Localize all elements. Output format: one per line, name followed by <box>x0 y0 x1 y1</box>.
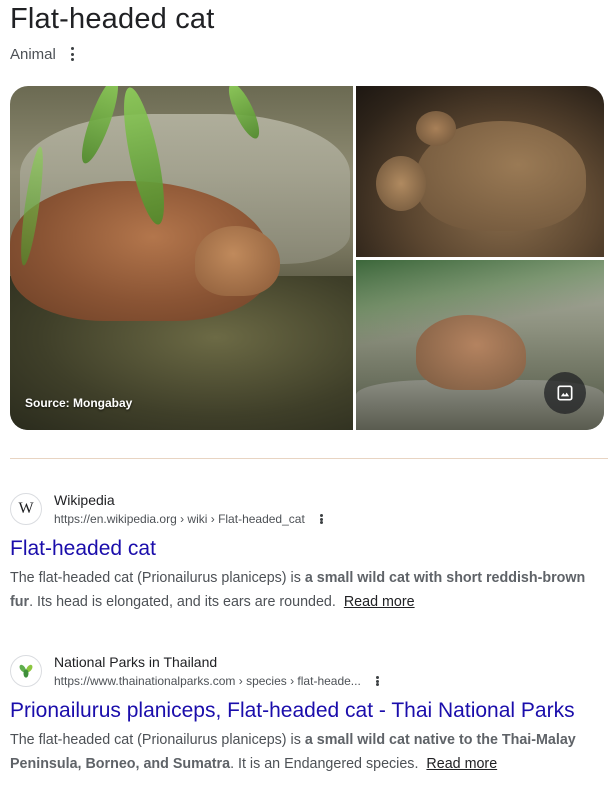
result-title-link[interactable]: Prionailurus planiceps, Flat-headed cat … <box>10 697 605 725</box>
read-more-link[interactable]: Read more <box>426 756 497 772</box>
result-title-link[interactable]: Flat-headed cat <box>10 535 605 563</box>
image-gallery: Source: Mongabay <box>10 86 604 430</box>
cat-shape <box>416 315 526 390</box>
read-more-link[interactable]: Read more <box>344 594 415 610</box>
result-url: https://www.thainationalparks.com › spec… <box>54 674 361 688</box>
search-result: National Parks in Thailand https://www.t… <box>10 648 605 776</box>
more-options-icon[interactable] <box>68 45 78 63</box>
result-snippet: The flat-headed cat (Prionailurus planic… <box>10 566 600 614</box>
favicon-letter: W <box>18 500 34 517</box>
result-url: https://en.wikipedia.org › wiki › Flat-h… <box>54 512 305 526</box>
result-source[interactable]: National Parks in Thailand https://www.t… <box>10 648 605 694</box>
snippet-text: The flat-headed cat (Prionailurus planic… <box>10 570 305 586</box>
image-icon[interactable] <box>544 372 586 414</box>
main-image[interactable]: Source: Mongabay <box>10 86 353 430</box>
source-name: National Parks in Thailand <box>54 654 218 670</box>
section-divider <box>10 458 608 459</box>
leaf-icon <box>10 655 42 687</box>
page-title: Flat-headed cat <box>10 3 215 35</box>
snippet-text: . It is an Endangered species. <box>230 756 419 772</box>
bottom-right-image[interactable] <box>356 260 604 430</box>
more-options-icon[interactable] <box>373 674 383 688</box>
more-options-icon[interactable] <box>317 512 327 526</box>
snippet-text: The flat-headed cat (Prionailurus planic… <box>10 732 305 748</box>
subtitle-row: Animal <box>10 45 78 63</box>
source-name: Wikipedia <box>54 492 115 508</box>
cat-head-shape <box>195 226 280 296</box>
search-result: W Wikipedia https://en.wikipedia.org › w… <box>10 486 605 614</box>
result-source[interactable]: W Wikipedia https://en.wikipedia.org › w… <box>10 486 605 532</box>
wikipedia-icon: W <box>10 493 42 525</box>
kitten-shape <box>376 156 426 211</box>
image-source-caption: Source: Mongabay <box>25 396 133 410</box>
snippet-text: . Its head is elongated, and its ears ar… <box>29 594 336 610</box>
kitten-shape <box>416 111 456 146</box>
result-snippet: The flat-headed cat (Prionailurus planic… <box>10 728 600 776</box>
entity-type: Animal <box>10 45 56 63</box>
top-right-image[interactable] <box>356 86 604 257</box>
